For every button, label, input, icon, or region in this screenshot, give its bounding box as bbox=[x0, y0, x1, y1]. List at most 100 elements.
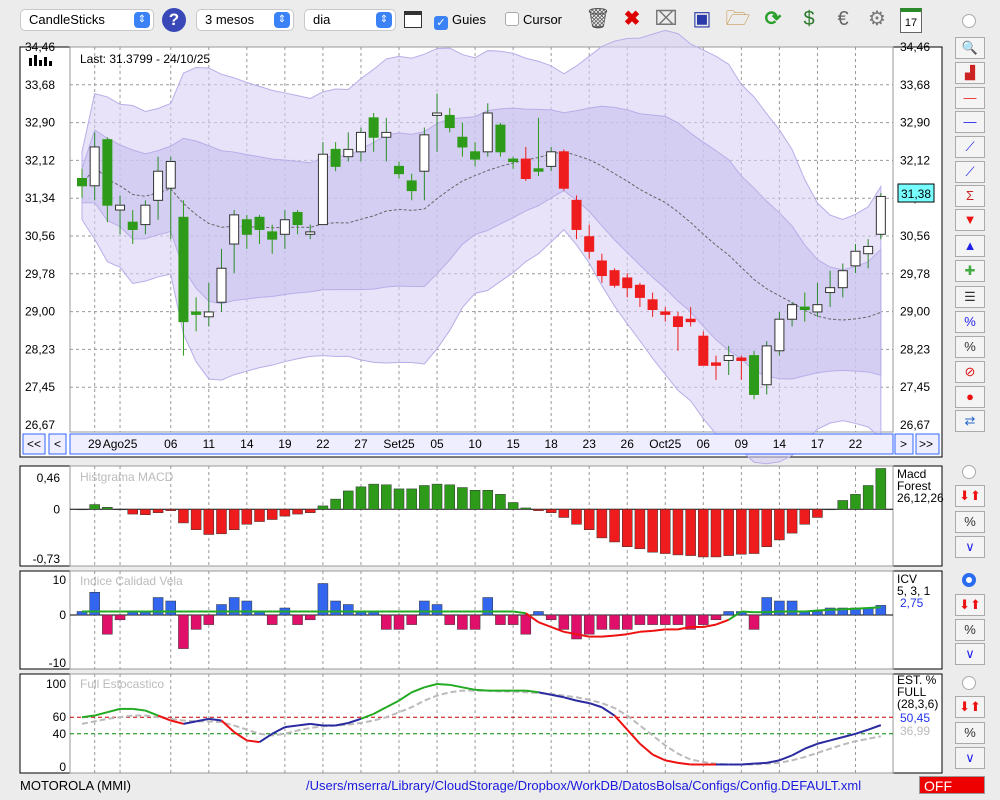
y-axis-label-right: 26,67 bbox=[900, 418, 930, 432]
date-navigator[interactable]: << <29 Ago25 06 11 14 19 22 27 Set25 05 10 15 18 23 26 O… bbox=[22, 433, 940, 455]
candle-body bbox=[698, 335, 709, 366]
percent-lines-icon[interactable]: % bbox=[955, 336, 985, 358]
off-toggle[interactable]: OFF bbox=[919, 776, 985, 794]
icv-bar bbox=[545, 614, 557, 621]
stochastic-curve-icon[interactable]: ∨ bbox=[955, 747, 985, 769]
candle-body bbox=[394, 165, 404, 175]
candle-body bbox=[368, 117, 379, 138]
candle-body bbox=[787, 304, 798, 320]
macd-bar bbox=[228, 509, 240, 530]
macd-bar bbox=[266, 509, 278, 520]
candle-body bbox=[381, 131, 392, 138]
macd-bar bbox=[558, 509, 570, 518]
candle-body bbox=[799, 306, 810, 311]
macd-panel-radio[interactable] bbox=[962, 465, 976, 479]
y-axis-label: 26,67 bbox=[25, 418, 55, 432]
icv-bar bbox=[774, 600, 785, 616]
icv-bar bbox=[520, 614, 532, 635]
stochastic-panel-radio[interactable] bbox=[962, 676, 976, 690]
macd-bar bbox=[76, 509, 88, 511]
icv-signal-segment bbox=[817, 608, 831, 612]
candle-body bbox=[558, 151, 569, 189]
candle bbox=[495, 122, 506, 157]
chart-indicator-icon[interactable]: ▟ bbox=[955, 62, 985, 84]
trend-channel-icon[interactable]: ⟋ bbox=[955, 136, 985, 158]
candle-body bbox=[216, 267, 227, 303]
percent-scale-icon[interactable]: % bbox=[955, 311, 985, 333]
stochastic-title: Full Estocastico bbox=[80, 677, 164, 691]
stochastic-percent-icon[interactable]: % bbox=[955, 722, 985, 744]
icv-signal-segment bbox=[766, 610, 780, 614]
macd-bar bbox=[178, 509, 189, 524]
y-axis-label: 32,12 bbox=[25, 153, 55, 167]
candle bbox=[698, 331, 709, 366]
icv-curve-icon[interactable]: ∨ bbox=[955, 643, 985, 665]
arrow-up-icon[interactable]: ▲ bbox=[955, 235, 985, 257]
macd-bar bbox=[381, 484, 392, 510]
y-axis-label: 31,34 bbox=[25, 191, 55, 205]
record-icon[interactable]: ● bbox=[955, 386, 985, 408]
candle-body bbox=[596, 260, 607, 277]
stochastic-arrows-icon[interactable]: ⬇⬆ bbox=[955, 696, 985, 718]
candle-body bbox=[584, 236, 595, 252]
candle-body bbox=[305, 231, 316, 235]
icv-percent-icon[interactable]: % bbox=[955, 619, 985, 641]
swap-icon[interactable]: ⇄ bbox=[955, 410, 985, 432]
price-panel-radio[interactable] bbox=[962, 14, 976, 28]
horizontal-line-red-icon[interactable]: — bbox=[955, 87, 985, 109]
y-axis-label-right: 29,00 bbox=[900, 305, 930, 319]
macd-bar bbox=[672, 509, 684, 556]
candle-body bbox=[153, 170, 164, 201]
icv-bar bbox=[507, 614, 519, 625]
stop-icon[interactable]: ⊘ bbox=[955, 361, 985, 383]
macd-bar bbox=[545, 509, 557, 513]
macd-bar bbox=[660, 509, 671, 554]
macd-bar bbox=[330, 498, 341, 510]
y-axis-label: 40 bbox=[53, 727, 67, 741]
fibonacci-icon[interactable]: Σ bbox=[955, 185, 985, 207]
date-label: 18 bbox=[544, 437, 558, 451]
icv-bar bbox=[203, 614, 215, 625]
candle-body bbox=[229, 214, 240, 245]
stochastic-k-segment bbox=[753, 761, 767, 765]
candle-body bbox=[495, 124, 506, 153]
icv-bar bbox=[660, 614, 671, 625]
icv-arrows-icon[interactable]: ⬇⬆ bbox=[955, 594, 985, 616]
candle-body bbox=[470, 151, 481, 160]
y-axis-label: 100 bbox=[46, 677, 66, 691]
candle-body bbox=[875, 195, 886, 235]
macd-arrows-icon[interactable]: ⬇⬆ bbox=[955, 485, 985, 507]
y-axis-label: 29,00 bbox=[25, 305, 55, 319]
icv-signal-segment bbox=[741, 610, 755, 614]
macd-curve-icon[interactable]: ∨ bbox=[955, 536, 985, 558]
icv-signal-segment bbox=[842, 607, 856, 611]
trend-line-icon[interactable]: ⟋ bbox=[955, 161, 985, 183]
macd-bar bbox=[457, 487, 468, 510]
icv-bar bbox=[672, 614, 684, 625]
macd-bar bbox=[140, 509, 151, 516]
horizontal-line-blue-icon[interactable]: — bbox=[955, 111, 985, 133]
candle-body bbox=[89, 146, 100, 187]
macd-bar bbox=[634, 509, 646, 550]
icv-bar bbox=[698, 614, 709, 625]
date-label: 09 bbox=[735, 437, 749, 451]
macd-bar bbox=[279, 509, 291, 517]
lines-icon[interactable]: ☰ bbox=[955, 286, 985, 308]
zoom-icon[interactable]: 🔍 bbox=[955, 37, 985, 59]
icv-bar bbox=[406, 614, 417, 625]
icv-panel-radio[interactable] bbox=[962, 573, 976, 587]
y-axis-label: 60 bbox=[53, 710, 67, 724]
buy-sell-arrows-icon[interactable]: ✚ bbox=[955, 260, 985, 282]
candle-body bbox=[774, 318, 785, 352]
icv-bar bbox=[444, 614, 455, 625]
icv-signal-segment bbox=[855, 607, 869, 610]
prev-label: < bbox=[54, 437, 61, 451]
icv-bar bbox=[317, 583, 329, 616]
arrow-down-icon[interactable]: ▼ bbox=[955, 209, 985, 231]
macd-percent-icon[interactable]: % bbox=[955, 511, 985, 533]
y-axis-label-right: 32,90 bbox=[900, 116, 930, 130]
candle-body bbox=[685, 318, 696, 323]
icv-bar bbox=[114, 614, 126, 621]
stochastic-params: (28,3,6) bbox=[897, 697, 938, 711]
config-path-link[interactable]: /Users/mserra/Library/CloudStorage/Dropb… bbox=[306, 778, 861, 793]
